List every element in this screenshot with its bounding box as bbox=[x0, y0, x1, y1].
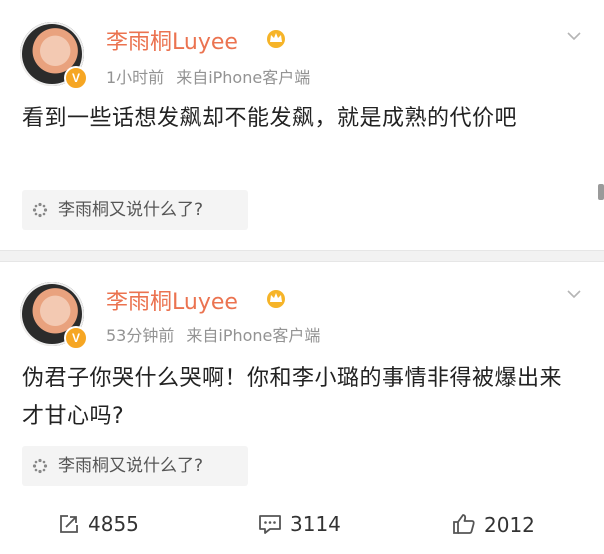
scroll-marker bbox=[598, 184, 604, 200]
like-button[interactable]: 2012 bbox=[452, 512, 535, 542]
crown-icon bbox=[267, 290, 285, 308]
reply-prompt-label: 李雨桐又说什么了? bbox=[58, 456, 204, 476]
post-time: 1小时前 bbox=[106, 68, 165, 87]
post-meta: 53分钟前 来自iPhone客户端 bbox=[106, 322, 320, 346]
reply-prompt[interactable]: 李雨桐又说什么了? bbox=[22, 190, 248, 230]
verified-badge-icon: V bbox=[64, 66, 88, 90]
sparkle-icon bbox=[32, 458, 48, 474]
reply-prompt[interactable]: 李雨桐又说什么了? bbox=[22, 446, 248, 486]
post-divider bbox=[0, 250, 604, 262]
reply-prompt-label: 李雨桐又说什么了? bbox=[58, 200, 204, 220]
sparkle-icon bbox=[32, 202, 48, 218]
post-time: 53分钟前 bbox=[106, 326, 175, 345]
share-button[interactable]: 4855 bbox=[58, 512, 139, 542]
comment-count: 3114 bbox=[290, 512, 341, 536]
post-text: 伪君子你哭什么哭啊！你和李小璐的事情非得被爆出来才甘心吗? bbox=[22, 366, 563, 429]
share-count: 4855 bbox=[88, 512, 139, 536]
post-text: 看到一些话想发飙却不能发飙，就是成熟的代价吧 bbox=[22, 106, 518, 131]
action-bar: 4855 3114 2012 bbox=[0, 500, 604, 554]
comment-icon bbox=[259, 515, 281, 534]
like-count: 2012 bbox=[484, 513, 535, 537]
weibo-post-1: V 李雨桐Luyee 1小时前 来自iPhone客户端 看到一些话想发飙却不能发飙… bbox=[0, 0, 604, 250]
chevron-down-icon[interactable] bbox=[566, 28, 582, 44]
post-source: 来自iPhone客户端 bbox=[176, 68, 311, 87]
verified-badge-icon: V bbox=[64, 326, 88, 350]
chevron-down-icon[interactable] bbox=[566, 286, 582, 302]
crown-icon bbox=[267, 30, 285, 48]
author-name[interactable]: 李雨桐Luyee bbox=[106, 284, 238, 316]
thumbs-up-icon bbox=[453, 514, 475, 534]
share-icon bbox=[60, 515, 78, 533]
post-meta: 1小时前 来自iPhone客户端 bbox=[106, 64, 310, 88]
author-name[interactable]: 李雨桐Luyee bbox=[106, 24, 238, 56]
comment-button[interactable]: 3114 bbox=[258, 512, 341, 542]
post-source: 来自iPhone客户端 bbox=[186, 326, 321, 345]
